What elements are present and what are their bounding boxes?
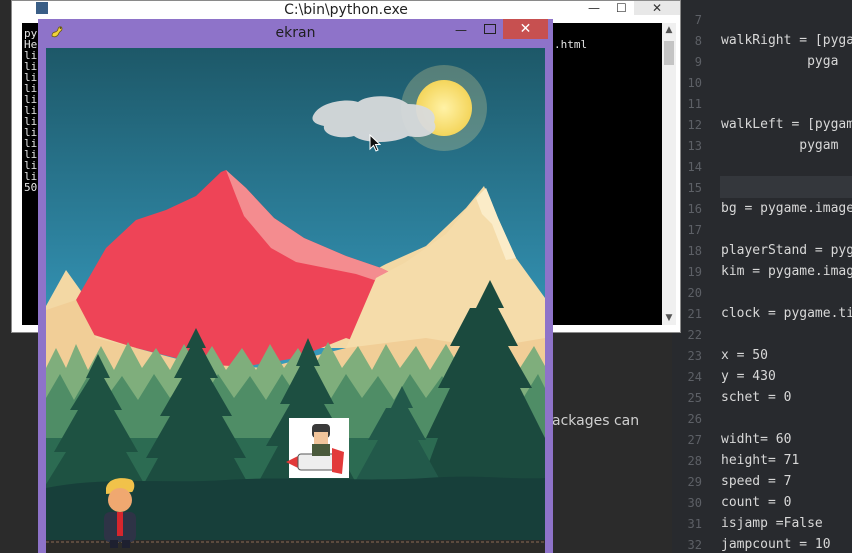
player-tie [117, 512, 123, 536]
line-number: 25 [687, 391, 702, 405]
current-line-highlight [720, 176, 852, 198]
line-number: 24 [687, 370, 702, 384]
console-title: C:\bin\python.exe [284, 2, 408, 18]
pygame-window-title: ekran [275, 25, 316, 41]
line-number: 23 [687, 349, 702, 363]
scroll-up-icon[interactable]: ▲ [662, 25, 676, 35]
code-editor: 7 8 9 10 11 12 13 14 15 16 17 18 19 20 2… [672, 0, 852, 553]
line-number: 26 [687, 412, 702, 426]
player-face [108, 488, 132, 512]
game-canvas[interactable] [46, 48, 545, 553]
code-line[interactable]: isjamp =False [721, 517, 823, 531]
line-number: 28 [687, 454, 702, 468]
line-number: 32 [687, 538, 702, 552]
code-line[interactable]: pygam [721, 139, 838, 153]
code-line[interactable]: speed = 7 [721, 475, 791, 489]
console-line: .html [554, 38, 588, 51]
close-button[interactable]: ✕ [634, 1, 680, 15]
mouse-cursor-icon [369, 134, 381, 152]
code-line[interactable]: x = 50 [721, 349, 768, 363]
background-page-text: ackages can [552, 413, 640, 429]
console-line: 50 [24, 181, 38, 194]
code-line[interactable]: bg = pygame.image [721, 202, 852, 216]
code-line[interactable]: height= 71 [721, 454, 799, 468]
line-number: 29 [687, 475, 702, 489]
kim-body [312, 444, 330, 456]
code-line[interactable]: playerStand = pyg [721, 244, 852, 258]
code-line[interactable]: widht= 60 [721, 433, 791, 447]
player-leg-right [122, 540, 130, 548]
code-line[interactable]: schet = 0 [721, 391, 791, 405]
game-scene [46, 48, 545, 553]
line-number: 27 [687, 433, 702, 447]
close-button[interactable]: ✕ [503, 19, 548, 39]
code-line[interactable]: jampcount = 10 [721, 538, 831, 552]
code-line[interactable]: walkRight = [pyga [721, 34, 852, 48]
player-sprite [104, 478, 136, 548]
scroll-down-icon[interactable]: ▼ [662, 313, 676, 323]
rocket-fin [332, 448, 344, 474]
player-leg-left [110, 540, 118, 548]
scroll-thumb[interactable] [664, 41, 674, 65]
minimize-button[interactable]: — [588, 1, 600, 15]
maximize-button[interactable]: ☐ [616, 1, 627, 15]
line-number: 30 [687, 496, 702, 510]
code-line[interactable]: kim = pygame.imag [721, 265, 852, 279]
kim-face [314, 432, 328, 444]
code-line[interactable]: clock = pygame.ti [721, 307, 852, 321]
pygame-window[interactable]: ekran — ✕ [38, 19, 553, 553]
console-scrollbar[interactable]: ▲ ▼ [662, 23, 676, 325]
code-line[interactable]: count = 0 [721, 496, 791, 510]
line-number: 31 [687, 517, 702, 531]
enemy-sprite [286, 418, 349, 478]
code-line[interactable]: y = 430 [721, 370, 776, 384]
maximize-button[interactable] [484, 24, 496, 34]
minimize-button[interactable]: — [455, 23, 467, 37]
code-line[interactable]: pyga [721, 55, 838, 69]
code-line[interactable]: walkLeft = [pygam [721, 118, 852, 132]
